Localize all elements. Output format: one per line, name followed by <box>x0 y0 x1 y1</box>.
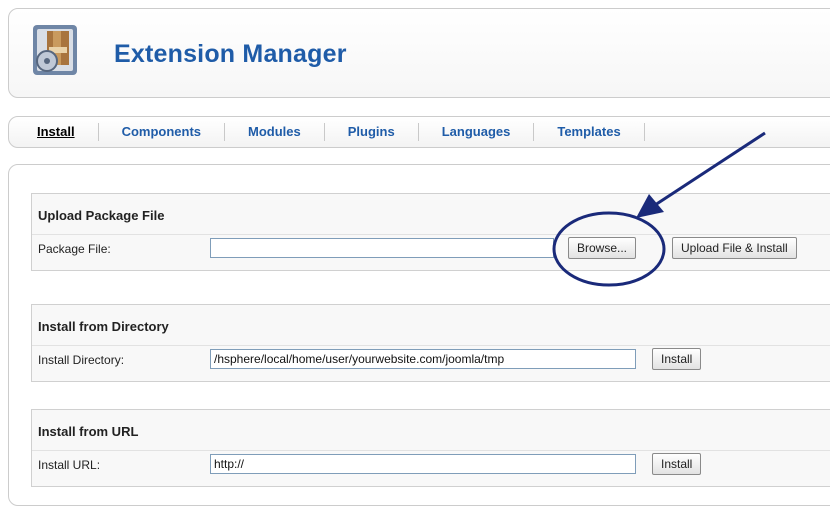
install-directory-input[interactable] <box>210 349 636 369</box>
install-url-label: Install URL: <box>38 458 101 472</box>
install-directory-label: Install Directory: <box>38 353 125 367</box>
submenu-tabs: Install Components Modules Plugins Langu… <box>8 116 830 148</box>
upload-package-section: Upload Package File Package File: Browse… <box>31 193 830 271</box>
install-url-row: Install URL: Install <box>32 450 830 479</box>
install-directory-button[interactable]: Install <box>652 348 702 370</box>
browse-button[interactable]: Browse... <box>568 237 637 259</box>
install-url-section: Install from URL Install URL: Install <box>31 409 830 487</box>
install-directory-row: Install Directory: Install <box>32 345 830 374</box>
tab-install[interactable]: Install <box>9 123 99 141</box>
install-url-title: Install from URL <box>38 424 139 439</box>
upload-package-title: Upload Package File <box>38 208 165 223</box>
tab-plugins[interactable]: Plugins <box>325 123 419 141</box>
tab-modules[interactable]: Modules <box>225 123 325 141</box>
install-panel: Upload Package File Package File: Browse… <box>8 164 830 506</box>
tab-templates[interactable]: Templates <box>534 123 645 141</box>
install-directory-title: Install from Directory <box>38 319 169 334</box>
page-header: Extension Manager <box>8 8 830 98</box>
package-file-label: Package File: <box>38 242 111 256</box>
upload-package-row: Package File: Browse... Upload File & In… <box>32 234 830 263</box>
install-directory-section: Install from Directory Install Directory… <box>31 304 830 382</box>
install-url-button[interactable]: Install <box>652 453 702 475</box>
extension-box-icon <box>33 25 77 75</box>
package-file-input[interactable] <box>210 238 554 258</box>
install-url-input[interactable] <box>210 454 636 474</box>
tab-components[interactable]: Components <box>99 123 226 141</box>
page-title: Extension Manager <box>114 40 347 68</box>
upload-install-button[interactable]: Upload File & Install <box>672 237 797 259</box>
tab-languages[interactable]: Languages <box>419 123 535 141</box>
